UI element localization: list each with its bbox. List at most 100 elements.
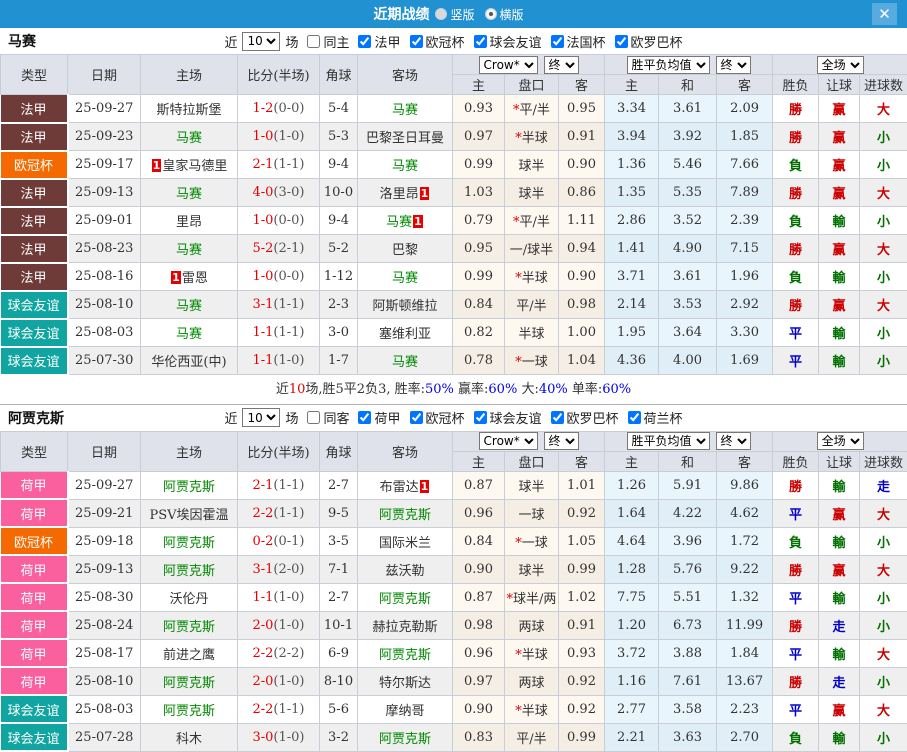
odds-source-select[interactable]: Crow* [479,432,538,450]
league-checkbox[interactable] [628,411,641,424]
odds-stage-select[interactable]: 终 [544,432,579,450]
odds-source-select[interactable]: Crow* [479,56,538,74]
odds-away-cell: 1.00 [559,319,605,347]
league-checkbox[interactable] [615,35,628,48]
scope-select[interactable]: 全场 [817,432,864,450]
result-handicap-cell: 赢 [819,179,860,207]
avg-controls: 胜平负均值终 [605,431,773,451]
result-handicap-cell: 赢 [819,499,860,527]
team-name: 马赛 [176,187,202,202]
layout-vertical-label[interactable]: 竖版 [450,6,474,23]
league-checkbox[interactable] [358,411,371,424]
league-checkbox[interactable] [358,35,371,48]
league-checkbox[interactable] [410,411,423,424]
result-goals-cell: 大 [860,695,907,723]
odds-home-cell: 0.97 [453,123,505,151]
odds-away-cell: 1.02 [559,583,605,611]
league-checkbox[interactable] [551,411,564,424]
result-goals-cell: 大 [860,639,907,667]
handicap-cell: *半球 [505,123,559,151]
matches-unit-label: 场 [285,408,298,427]
team-name: 马赛 [392,271,418,286]
avg-source-select[interactable]: 胜平负均值 [627,432,710,450]
odds-controls: Crow* 终 [453,55,605,75]
corner-cell: 9-5 [320,499,358,527]
home-team-cell: 1皇家马德里 [141,151,238,179]
match-count-select[interactable]: 10 [242,408,280,427]
handicap-cell: 平/半 [505,723,559,751]
avg-away-cell: 2.23 [717,695,773,723]
home-team-cell: 阿贾克斯 [141,695,238,723]
avg-stage-select[interactable]: 终 [716,432,751,450]
half-time-score: (3-0) [273,185,304,200]
avg-home-cell: 1.20 [605,611,659,639]
layout-horizontal-label[interactable]: 横版 [500,6,524,23]
odds-home-cell: 0.78 [453,347,505,375]
half-time-score: (1-0) [273,730,304,745]
result-wdl-cell: 平 [773,499,819,527]
table-row: 法甲25-09-13马赛4-0(3-0)10-0洛里昂11.03球半0.861.… [1,179,907,207]
league-checkbox[interactable] [410,35,423,48]
league-checkbox[interactable] [474,411,487,424]
result-wdl-cell: 勝 [773,95,819,123]
handicap-cell: 半球 [505,319,559,347]
close-icon[interactable]: ✕ [872,3,897,25]
odds-stage-select[interactable]: 终 [544,56,579,74]
same-venue-checkbox[interactable] [307,35,320,48]
half-time-score: (0-1) [273,534,304,549]
league-type-cell: 法甲 [1,95,68,123]
odds-home-cell: 0.87 [453,471,505,499]
full-time-score: 0-2 [252,534,273,549]
avg-draw-cell: 3.61 [659,95,717,123]
corner-cell: 5-3 [320,123,358,151]
away-team-cell: 巴黎 [358,235,453,263]
result-wdl-cell: 勝 [773,179,819,207]
odds-away-cell: 1.11 [559,207,605,235]
odds-controls: Crow* 终 [453,431,605,451]
half-time-score: (1-1) [273,506,304,521]
filter-bar: 近10场同客荷甲欧冠杯球会友谊欧罗巴杯荷兰杯 [222,408,684,427]
date-cell: 25-08-24 [68,611,141,639]
odds-home-cell: 1.03 [453,179,505,207]
scope-select[interactable]: 全场 [817,56,864,74]
half-time-score: (2-2) [273,646,304,661]
team-name: 阿贾克斯 [163,704,215,719]
layout-horizontal-radio[interactable] [485,8,497,20]
league-checkbox[interactable] [551,35,564,48]
same-venue-checkbox[interactable] [307,411,320,424]
date-cell: 25-09-18 [68,527,141,555]
home-team-cell: 科木 [141,723,238,751]
home-team-cell: 马赛 [141,319,238,347]
league-checkbox[interactable] [474,35,487,48]
summary-segment: 近 [276,382,289,397]
col-odds-away: 客 [559,451,605,471]
odds-away-cell: 0.91 [559,123,605,151]
result-goals-cell: 小 [860,723,907,751]
scope-controls: 全场 [773,55,907,75]
home-team-cell: 马赛 [141,123,238,151]
full-time-score: 1-1 [252,325,273,340]
away-team-cell: 洛里昂1 [358,179,453,207]
away-team-cell: 特尔斯达 [358,667,453,695]
corner-cell: 8-10 [320,667,358,695]
team-name: 阿贾克斯 [8,408,64,428]
result-goals-cell: 小 [860,123,907,151]
col-date: 日期 [68,55,141,95]
date-cell: 25-08-23 [68,235,141,263]
away-team-cell: 阿斯顿维拉 [358,291,453,319]
league-type-cell: 荷甲 [1,583,68,611]
score-cell: 2-2(1-1) [238,695,320,723]
avg-home-cell: 2.77 [605,695,659,723]
avg-source-select[interactable]: 胜平负均值 [627,56,710,74]
handicap-cell: 球半 [505,555,559,583]
result-wdl-cell: 平 [773,583,819,611]
match-count-select[interactable]: 10 [242,32,280,51]
avg-away-cell: 1.85 [717,123,773,151]
odds-home-cell: 0.95 [453,235,505,263]
avg-stage-select[interactable]: 终 [716,56,751,74]
result-handicap-cell: 輸 [819,723,860,751]
full-time-score: 1-0 [252,213,273,228]
avg-draw-cell: 6.73 [659,611,717,639]
layout-vertical-radio[interactable] [435,8,447,20]
summary-segment: 50% [425,382,454,397]
